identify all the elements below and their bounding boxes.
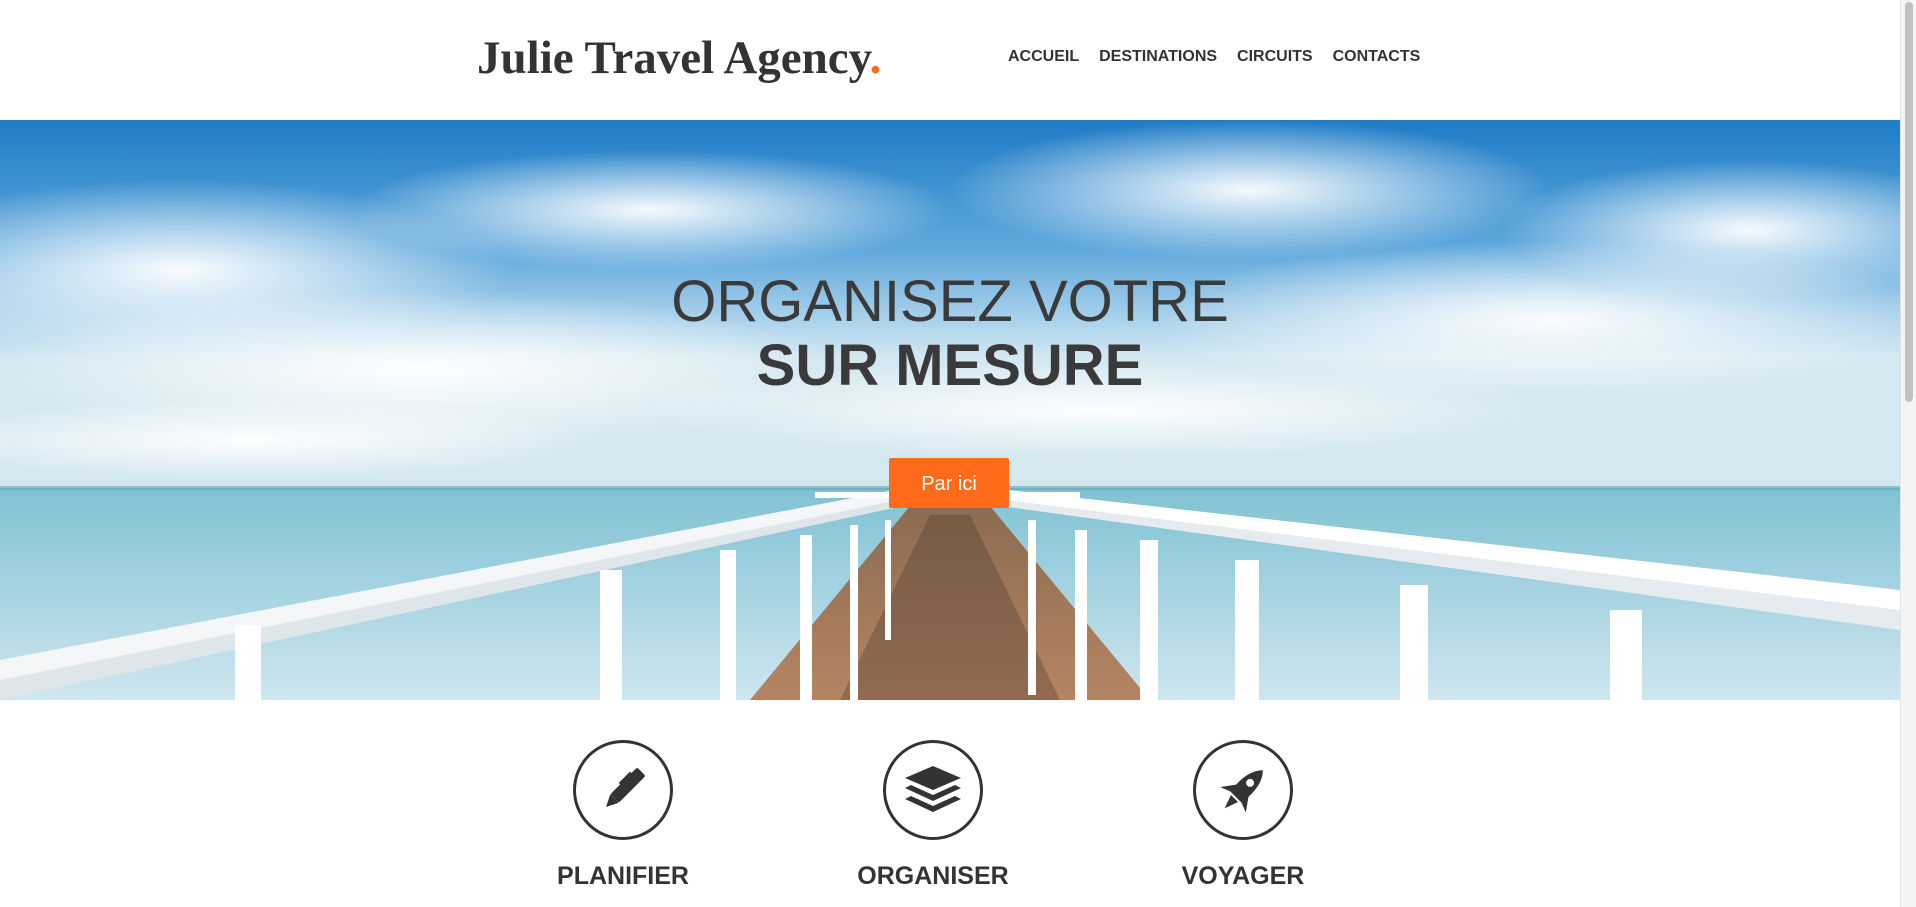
feature-label-organiser: ORGANISER (857, 862, 1009, 890)
main-nav: ACCUEIL DESTINATIONS CIRCUITS CONTACTS (1008, 48, 1420, 66)
logo-text: Julie Travel Agency (477, 32, 870, 84)
hero-title-line1: ORGANISEZ VOTRE (671, 269, 1229, 334)
feature-organiser: ORGANISER (813, 740, 1053, 891)
nav-item-contacts[interactable]: CONTACTS (1333, 48, 1421, 66)
hero-title-line2: SUR MESURE (756, 333, 1144, 398)
feature-label-voyager: VOYAGER (1181, 862, 1305, 890)
feature-icon-circle (573, 740, 673, 840)
feature-voyager: VOYAGER (1123, 740, 1363, 891)
feature-label-planifier: PLANIFIER (557, 862, 689, 890)
feature-planifier: PLANIFIER (503, 740, 743, 891)
logo-dot: . (869, 32, 882, 84)
scrollbar-thumb[interactable] (1905, 2, 1913, 402)
nav-item-destinations[interactable]: DESTINATIONS (1099, 48, 1217, 66)
rocket-icon (1220, 770, 1263, 813)
pen-icon (606, 768, 645, 807)
layers-icon (905, 766, 961, 812)
cta-button[interactable]: Par ici (889, 458, 1009, 508)
feature-icon-circle (883, 740, 983, 840)
nav-item-accueil[interactable]: ACCUEIL (1008, 48, 1079, 66)
nav-item-circuits[interactable]: CIRCUITS (1237, 48, 1313, 66)
features-section: PLANIFIER ORGANISER VOYAGER (0, 700, 1900, 907)
hero-background-image (0, 120, 1900, 700)
site-logo[interactable]: Julie Travel Agency. (477, 28, 881, 88)
hero-banner: ORGANISEZ VOTRE SUR MESURE Par ici (0, 120, 1900, 700)
page-scrollbar[interactable] (1900, 0, 1916, 907)
site-header: Julie Travel Agency. ACCUEIL DESTINATION… (0, 0, 1900, 120)
feature-icon-circle (1193, 740, 1293, 840)
